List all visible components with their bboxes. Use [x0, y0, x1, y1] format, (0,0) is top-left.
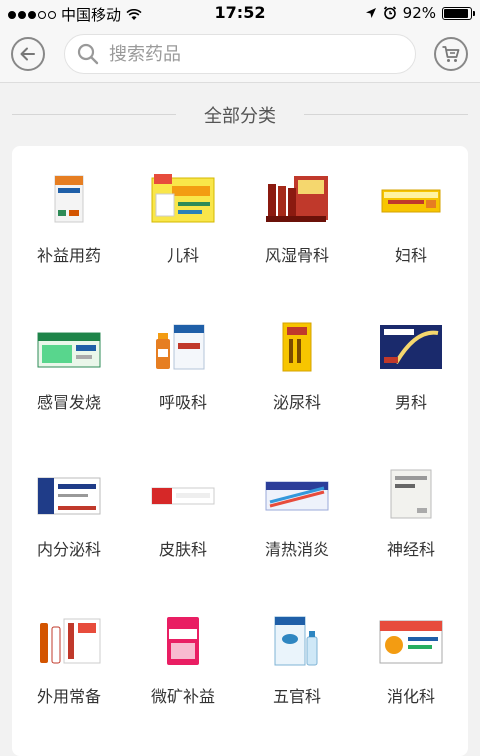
battery-fill	[444, 8, 468, 18]
product-box-icon	[151, 487, 215, 505]
section-header: 全部分类	[0, 100, 480, 130]
section-title: 全部分类	[204, 106, 276, 127]
product-box-icon	[37, 477, 101, 515]
status-right: 92%	[365, 4, 475, 22]
category-item[interactable]: 儿科	[126, 146, 240, 293]
product-box-icon	[54, 175, 84, 223]
nav-bar	[0, 26, 480, 83]
category-label: 外用常备	[36, 687, 101, 706]
product-box-icon	[40, 618, 101, 664]
product-box-icon	[37, 332, 101, 368]
category-label: 内分泌科	[36, 540, 101, 559]
category-item[interactable]: 皮肤科	[126, 440, 240, 587]
category-item[interactable]: 五官科	[240, 587, 354, 734]
product-box-icon	[274, 616, 318, 666]
product-box-icon	[265, 481, 329, 511]
category-item[interactable]: 外用常备	[12, 587, 126, 734]
category-item[interactable]: 微矿补益	[126, 587, 240, 734]
category-label: 补益用药	[36, 246, 101, 265]
product-box-icon	[151, 174, 215, 223]
category-item[interactable]: 男科	[354, 293, 468, 440]
category-item[interactable]: 风湿骨科	[240, 146, 354, 293]
category-item[interactable]: 感冒发烧	[12, 293, 126, 440]
product-box-icon	[390, 469, 432, 519]
product-box-icon	[381, 189, 441, 213]
product-box-icon	[167, 617, 199, 665]
product-box-icon	[156, 324, 205, 370]
category-item[interactable]: 补益用药	[12, 146, 126, 293]
section-divider-left	[12, 114, 176, 115]
product-box-icon	[282, 322, 312, 372]
category-item[interactable]: 泌尿科	[240, 293, 354, 440]
search-bar[interactable]	[64, 34, 416, 74]
product-box-icon	[380, 325, 442, 369]
category-label: 风湿骨科	[264, 246, 329, 265]
category-label: 清热消炎	[264, 540, 329, 559]
search-icon	[77, 43, 99, 65]
category-item[interactable]: 神经科	[354, 440, 468, 587]
cart-button[interactable]	[434, 37, 468, 71]
category-label: 消化科	[386, 687, 435, 706]
status-bar: 中国移动 17:52 92%	[0, 0, 480, 26]
battery-percentage: 92%	[402, 4, 436, 22]
category-label: 神经科	[386, 540, 435, 559]
category-item[interactable]: 消化科	[354, 587, 468, 734]
location-arrow-icon	[365, 8, 376, 18]
section-divider-right	[304, 114, 468, 115]
category-label: 五官科	[272, 687, 321, 706]
product-box-icon	[379, 620, 443, 664]
category-item[interactable]: 清热消炎	[240, 440, 354, 587]
product-box-icon	[266, 176, 328, 222]
back-button[interactable]	[11, 37, 45, 71]
alarm-clock-icon	[383, 6, 396, 20]
category-label: 妇科	[394, 246, 427, 265]
battery-icon	[442, 6, 475, 20]
category-label: 泌尿科	[272, 393, 321, 412]
category-label: 微矿补益	[150, 687, 215, 706]
category-item[interactable]: 内分泌科	[12, 440, 126, 587]
category-label: 皮肤科	[158, 540, 207, 559]
category-label: 男科	[394, 393, 427, 412]
category-item[interactable]: 妇科	[354, 146, 468, 293]
cart-icon	[442, 46, 460, 62]
category-label: 呼吸科	[158, 393, 207, 412]
category-label: 儿科	[166, 246, 199, 265]
category-item[interactable]: 呼吸科	[126, 293, 240, 440]
category-label: 感冒发烧	[36, 393, 101, 412]
search-input[interactable]	[107, 42, 391, 66]
category-grid: 补益用药 儿科 风湿骨科 妇科 感冒发烧 呼吸科 泌尿科 男科 内分泌科 皮肤科…	[12, 146, 468, 756]
back-arrow-icon	[20, 47, 35, 61]
